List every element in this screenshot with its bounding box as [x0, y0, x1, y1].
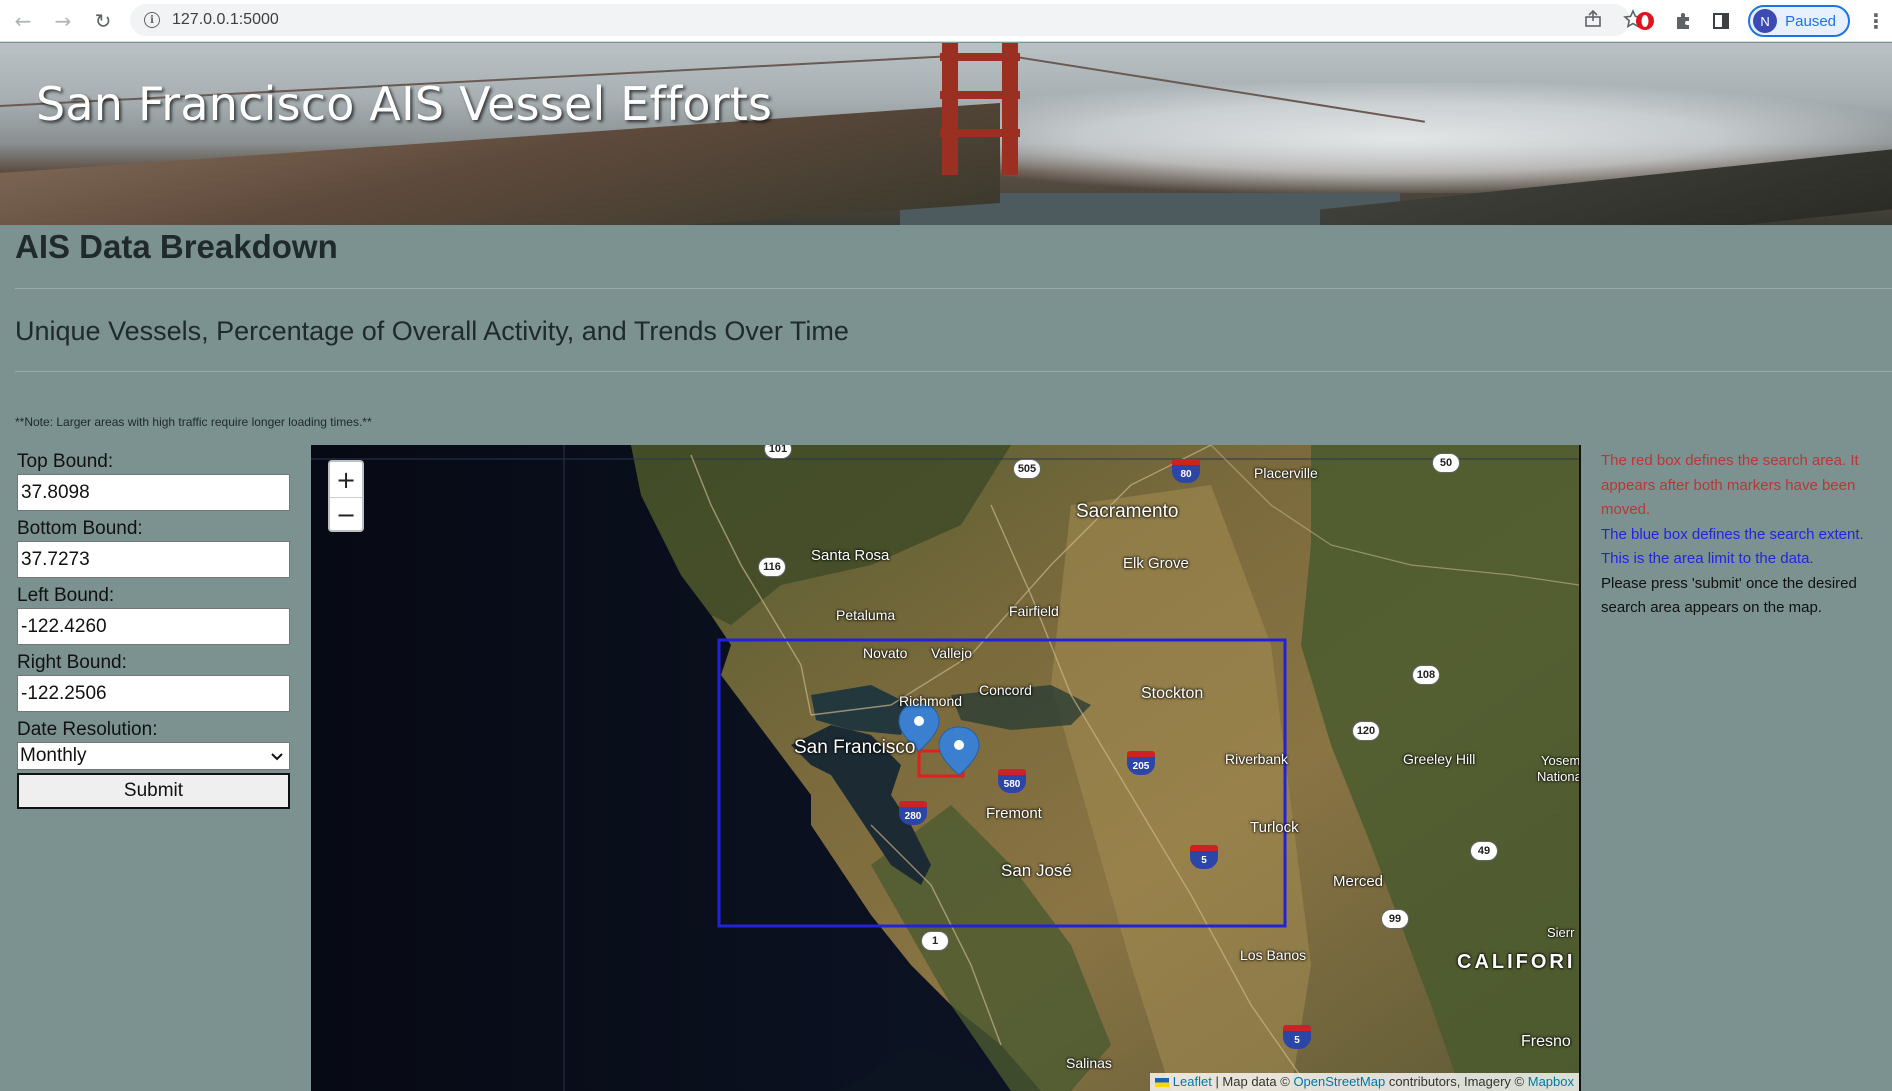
map-label: Novato [863, 645, 908, 661]
top-bound-input[interactable]: 37.8098 [17, 474, 290, 511]
map-label: CALIFORI [1457, 951, 1576, 973]
map-label: Fairfield [1009, 603, 1059, 619]
date-resolution-label: Date Resolution: [17, 719, 158, 740]
route-shield: 116 [758, 557, 786, 577]
page-banner-title: San Francisco AIS Vessel Efforts [36, 77, 773, 131]
instructions-panel: The red box defines the search area. It … [1579, 445, 1892, 1091]
route-shield: 1 [921, 931, 949, 951]
map-label: Greeley Hill [1403, 751, 1476, 767]
leaflet-link[interactable]: Leaflet [1173, 1074, 1212, 1089]
route-shield: 99 [1381, 909, 1409, 929]
map-label: Fremont [986, 805, 1042, 822]
map-label: Sacramento [1076, 501, 1179, 522]
profile-status: Paused [1785, 12, 1836, 30]
bounds-form: Top Bound: 37.8098 Bottom Bound: 37.7273… [17, 450, 291, 809]
submit-instruction: Please press 'submit' once the desired s… [1601, 574, 1857, 617]
map-label: Concord [979, 682, 1032, 698]
avatar: N [1753, 9, 1778, 33]
route-shield: 49 [1470, 841, 1498, 861]
mapbox-link[interactable]: Mapbox [1528, 1074, 1574, 1089]
map-label: Turlock [1250, 819, 1299, 836]
map-label: San Francisco [794, 737, 916, 758]
interstate-shield: 205 [1127, 751, 1155, 775]
left-bound-label: Left Bound: [17, 585, 115, 606]
red-box-note: The red box defines the search area. It … [1601, 452, 1859, 518]
interstate-shield: 80 [1172, 459, 1200, 483]
map-attribution: Leaflet | Map data © OpenStreetMap contr… [1150, 1073, 1579, 1091]
attribution-text: | Map data © [1211, 1074, 1294, 1089]
share-icon[interactable] [1582, 8, 1604, 30]
top-bound-label: Top Bound: [17, 451, 114, 472]
leaflet-flag-icon [1155, 1078, 1170, 1088]
map-label: Vallejo [931, 645, 972, 661]
map-label: Fresno [1521, 1033, 1571, 1050]
opera-extension-icon[interactable] [1634, 10, 1656, 32]
extensions-puzzle-icon[interactable] [1672, 10, 1694, 32]
map-label: Richmond [899, 693, 963, 709]
map-label: Petaluma [836, 607, 896, 623]
map-label: Yosem [1541, 753, 1579, 768]
map-label: Santa Rosa [811, 547, 890, 564]
left-bound-input[interactable]: -122.4260 [17, 608, 290, 645]
bottom-bound-input[interactable]: 37.7273 [17, 541, 290, 578]
map-label: Placerville [1254, 465, 1318, 481]
interstate-shield: 5 [1190, 845, 1218, 869]
zoom-in-button[interactable]: + [330, 462, 362, 497]
section-heading: AIS Data Breakdown [15, 228, 338, 265]
map-label: San José [1001, 861, 1072, 880]
satellite-basemap [311, 445, 1579, 1091]
route-shield: 505 [1013, 459, 1041, 479]
route-shield: 108 [1412, 665, 1440, 685]
submit-button[interactable]: Submit [17, 773, 290, 809]
right-bound-input[interactable]: -122.2506 [17, 675, 290, 712]
bridge-tower [940, 43, 1020, 175]
zoom-out-button[interactable]: − [330, 497, 362, 532]
route-shield: 101 [764, 445, 792, 459]
zoom-control: + − [328, 460, 364, 532]
map-label: Merced [1333, 873, 1384, 890]
section-subheading: Unique Vessels, Percentage of Overall Ac… [15, 316, 849, 346]
bottom-bound-label: Bottom Bound: [17, 518, 143, 539]
reload-icon[interactable]: ↻ [88, 6, 118, 36]
loading-note: **Note: Larger areas with high traffic r… [15, 415, 372, 429]
attribution-text: contributors, Imagery © [1385, 1074, 1528, 1089]
divider [15, 371, 1892, 372]
map-label: Elk Grove [1123, 555, 1189, 572]
url-text: 127.0.0.1:5000 [172, 11, 279, 28]
map-label: Stockton [1141, 685, 1204, 702]
profile-button[interactable]: N Paused [1748, 5, 1850, 37]
map-label: Riverbank [1225, 751, 1289, 767]
header-banner: San Francisco AIS Vessel Efforts [0, 43, 1892, 225]
chevron-down-icon [271, 743, 283, 769]
openstreetmap-link[interactable]: OpenStreetMap [1293, 1074, 1385, 1089]
divider [15, 288, 1892, 289]
blue-box-note: The blue box defines the search extent. … [1601, 525, 1864, 568]
browser-toolbar: ← → ↻ i 127.0.0.1:5000 N Paused ⋮ [0, 0, 1892, 42]
side-panel-icon[interactable] [1710, 10, 1732, 32]
toolbar-right: N Paused ⋮ [1634, 0, 1892, 42]
leaflet-map[interactable]: Sacramento Placerville Santa Rosa Elk Gr… [311, 445, 1579, 1091]
address-bar[interactable]: i 127.0.0.1:5000 [130, 4, 1630, 36]
right-bound-label: Right Bound: [17, 652, 127, 673]
forward-icon[interactable]: → [48, 6, 78, 36]
back-icon[interactable]: ← [8, 6, 38, 36]
interstate-shield: 280 [899, 801, 927, 825]
map-label: Salinas [1066, 1055, 1112, 1071]
site-info-icon[interactable]: i [144, 12, 160, 28]
date-resolution-select[interactable]: Monthly [17, 742, 290, 770]
map-label: Nationa [1537, 769, 1579, 784]
interstate-shield: 5 [1283, 1025, 1311, 1049]
map-label: Sierr [1547, 925, 1575, 940]
menu-kebab-icon[interactable]: ⋮ [1866, 9, 1886, 33]
route-shield: 120 [1352, 721, 1380, 741]
route-shield: 50 [1432, 453, 1460, 473]
date-resolution-value: Monthly [20, 745, 87, 766]
map-label: Los Banos [1240, 947, 1307, 963]
interstate-shield: 580 [998, 769, 1026, 793]
